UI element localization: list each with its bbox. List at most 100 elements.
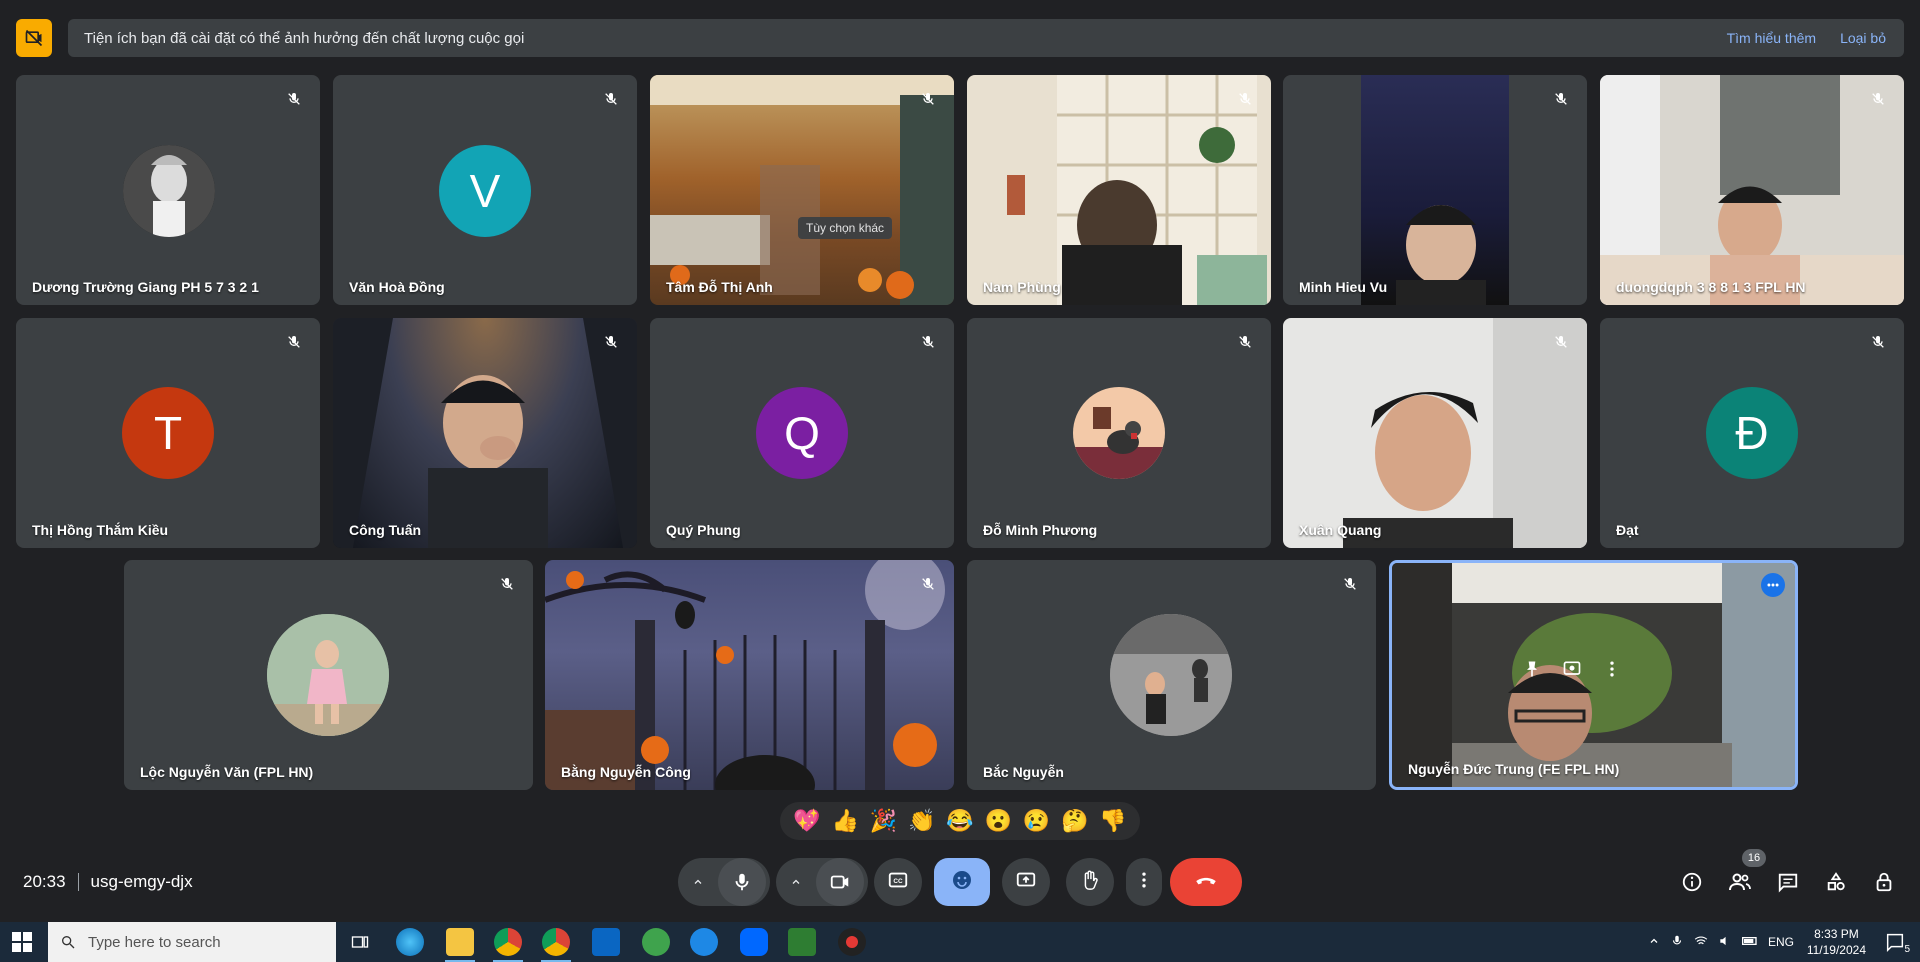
reaction-surprised[interactable]: 😮 (985, 808, 1012, 834)
present-button[interactable] (1002, 858, 1050, 906)
mic-off-icon (1866, 87, 1890, 111)
language-indicator[interactable]: ENG (1768, 935, 1794, 949)
participant-video-tile[interactable]: Bằng Nguyễn Công (545, 560, 954, 790)
sheet-app-icon[interactable] (788, 928, 816, 956)
chat-button[interactable] (1774, 868, 1802, 896)
mic-tray-icon[interactable] (1670, 934, 1684, 951)
participant-name: Minh Hieu Vu (1299, 279, 1388, 295)
file-explorer-icon[interactable] (446, 928, 474, 956)
participant-video-tile[interactable]: Minh Hieu Vu (1283, 75, 1587, 305)
extension-warning-banner: Tiện ích bạn đã cài đặt có thể ảnh hưởng… (16, 18, 1904, 58)
mic-button[interactable] (718, 858, 766, 906)
chrome-icon[interactable] (494, 928, 522, 956)
participant-video-tile[interactable]: duongdqph 3 8 8 1 3 FPL HN (1600, 75, 1904, 305)
participant-video-tile[interactable]: Xuân Quang (1283, 318, 1587, 548)
captions-button[interactable]: CC (874, 858, 922, 906)
participant-tile[interactable]: Lộc Nguyễn Văn (FPL HN) (124, 560, 533, 790)
participant-name: Lộc Nguyễn Văn (FPL HN) (140, 764, 314, 780)
hang-up-icon (1193, 867, 1219, 898)
people-button[interactable] (1726, 868, 1754, 896)
participant-name: Bằng Nguyễn Công (561, 764, 691, 780)
blue-app-icon[interactable] (690, 928, 718, 956)
participant-video-tile[interactable]: Tùy chọn khác Tâm Đỗ Thị Anh (650, 75, 954, 305)
reaction-laugh[interactable]: 😂 (946, 808, 973, 834)
camera-feed (1600, 75, 1904, 305)
camera-button[interactable] (816, 858, 864, 906)
green-app-icon[interactable] (642, 928, 670, 956)
activities-button[interactable] (1822, 868, 1850, 896)
task-view-icon[interactable] (346, 928, 374, 956)
windows-start-icon[interactable] (12, 932, 32, 957)
chrome-profile-icon[interactable] (542, 928, 570, 956)
participant-tile[interactable]: Bắc Nguyễn (967, 560, 1376, 790)
notification-icon[interactable] (1884, 931, 1906, 958)
reaction-party[interactable]: 🎉 (870, 808, 897, 834)
leave-call-button[interactable] (1170, 858, 1242, 906)
reaction-clap[interactable]: 👏 (908, 808, 935, 834)
more-vert-icon (1134, 870, 1154, 895)
mic-off-icon (495, 572, 519, 596)
reactions-button[interactable] (934, 858, 990, 906)
mic-off-icon (1549, 87, 1573, 111)
reaction-thumbs-down[interactable]: 👎 (1099, 808, 1126, 834)
participant-name: Xuân Quang (1299, 522, 1382, 538)
tile-hover-controls (1522, 659, 1622, 684)
mic-off-icon (1338, 572, 1362, 596)
vscode-icon[interactable] (592, 928, 620, 956)
search-icon (62, 936, 75, 949)
reactions-bar: 💖 👍 🎉 👏 😂 😮 😢 🤔 👎 (780, 802, 1140, 840)
participant-name: Nam Phùng (983, 279, 1061, 295)
participant-name: Văn Hoà Đồng (349, 279, 445, 295)
dismiss-link[interactable]: Loại bỏ (1840, 30, 1886, 46)
wifi-icon[interactable] (1694, 934, 1708, 951)
avatar (123, 145, 215, 237)
system-tray: ENG (1648, 922, 1794, 962)
svg-text:CC: CC (893, 877, 903, 884)
avatar: V (439, 145, 531, 237)
participant-tile[interactable]: T Thị Hồng Thắm Kiều (16, 318, 320, 548)
mic-off-icon (1866, 330, 1890, 354)
participant-tile[interactable]: Đỗ Minh Phương (967, 318, 1271, 548)
participant-tile[interactable]: Đ Đạt (1600, 318, 1904, 548)
participant-video-tile[interactable]: Công Tuấn (333, 318, 637, 548)
more-options-button[interactable] (1126, 858, 1162, 906)
participant-video-tile[interactable]: Nam Phùng (967, 75, 1271, 305)
reaction-thumbs-up[interactable]: 👍 (832, 808, 859, 834)
edge-icon[interactable] (396, 928, 424, 956)
host-controls-button[interactable] (1870, 868, 1898, 896)
participant-tile[interactable]: Dương Trường Giang PH 5 7 3 2 1 (16, 75, 320, 305)
participant-name: Bắc Nguyễn (983, 764, 1064, 780)
learn-more-link[interactable]: Tìm hiểu thêm (1727, 30, 1816, 46)
halloween-background (545, 560, 954, 790)
record-icon[interactable] (838, 928, 866, 956)
taskbar-search-box[interactable]: Type here to search (48, 922, 336, 962)
divider (77, 873, 79, 891)
meeting-info: 20:33 usg-emgy-djx (23, 872, 193, 892)
participant-tile[interactable]: V Văn Hoà Đồng (333, 75, 637, 305)
participant-name: duongdqph 3 8 8 1 3 FPL HN (1616, 279, 1806, 295)
pin-icon[interactable] (1522, 659, 1542, 684)
mic-off-icon (916, 330, 940, 354)
reaction-sad[interactable]: 😢 (1023, 808, 1050, 834)
participant-video-tile[interactable]: Nguyễn Đức Trung (FE FPL HN) (1389, 560, 1798, 790)
reaction-thinking[interactable]: 🤔 (1061, 808, 1088, 834)
participant-tile[interactable]: Q Quý Phung (650, 318, 954, 548)
bookshelf-background (967, 75, 1271, 305)
more-options-icon[interactable] (1761, 573, 1785, 597)
chevron-up-icon[interactable] (1648, 935, 1660, 950)
participant-name: Đạt (1616, 522, 1639, 538)
participant-name: Dương Trường Giang PH 5 7 3 2 1 (32, 279, 259, 295)
battery-icon[interactable] (1742, 934, 1758, 951)
meeting-details-button[interactable] (1678, 868, 1706, 896)
avatar (267, 614, 389, 736)
frame-icon[interactable] (1562, 659, 1582, 684)
chevron-up-icon[interactable] (776, 858, 816, 906)
more-vert-icon[interactable] (1602, 659, 1622, 684)
volume-icon[interactable] (1718, 934, 1732, 951)
zalo-icon[interactable] (740, 928, 768, 956)
taskbar-clock[interactable]: 8:33 PM 11/19/2024 (1807, 926, 1866, 958)
reaction-heart[interactable]: 💖 (793, 808, 820, 834)
chevron-up-icon[interactable] (678, 858, 718, 906)
raise-hand-button[interactable] (1066, 858, 1114, 906)
participant-name: Tâm Đỗ Thị Anh (666, 279, 773, 295)
